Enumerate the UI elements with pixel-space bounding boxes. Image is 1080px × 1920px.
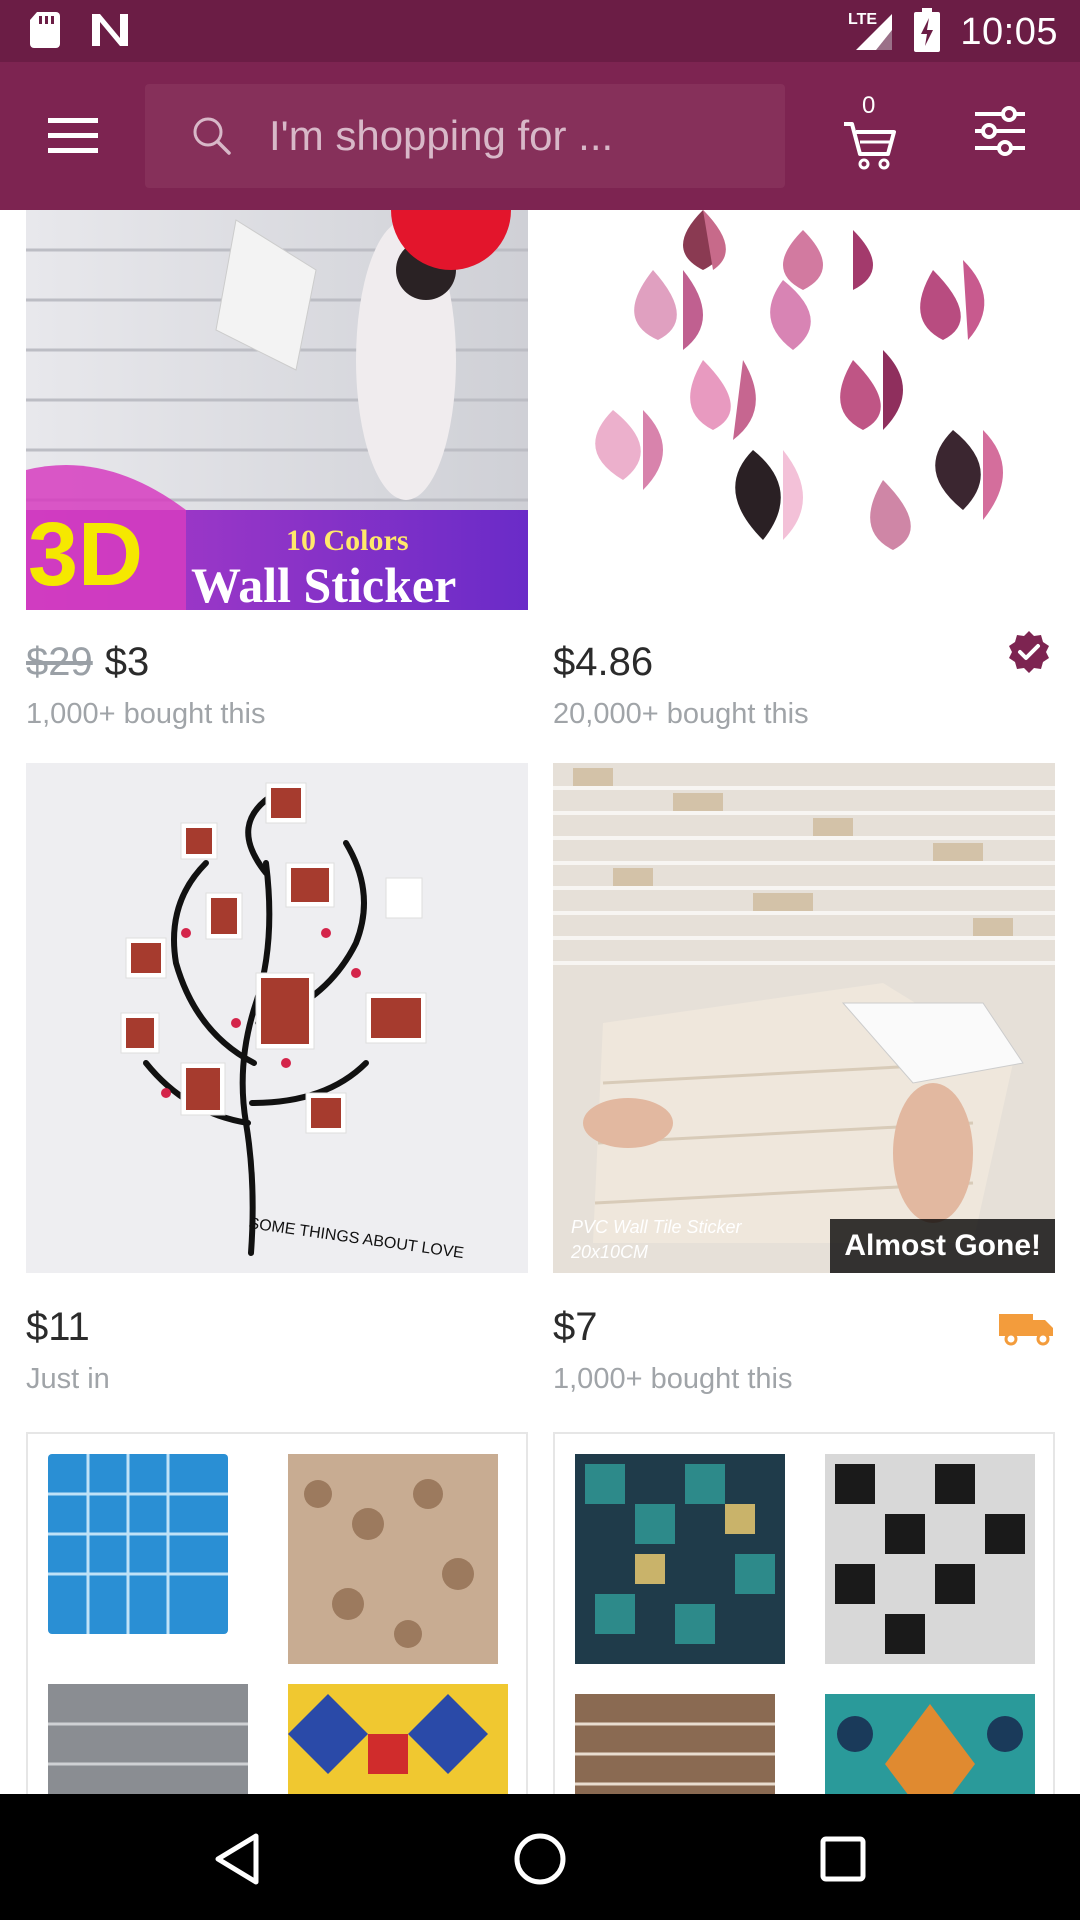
price: $3 — [104, 640, 150, 684]
product-image — [553, 1432, 1055, 1794]
home-circle-icon — [514, 1833, 566, 1885]
image-text-colors: 10 Colors — [286, 524, 409, 557]
bought-count: Just in — [26, 1363, 110, 1395]
filter-sliders-icon — [975, 106, 1025, 156]
recents-square-icon — [820, 1836, 866, 1882]
home-button[interactable] — [505, 1824, 575, 1894]
back-button[interactable] — [202, 1824, 272, 1894]
menu-button[interactable] — [38, 106, 108, 166]
search-input[interactable] — [269, 112, 749, 160]
truck-icon — [999, 1314, 1053, 1346]
clock: 10:05 — [960, 11, 1058, 53]
search-icon — [190, 114, 234, 158]
price: $11 — [26, 1305, 90, 1349]
almost-gone-badge: Almost Gone! — [830, 1219, 1055, 1273]
price: $7 — [553, 1305, 598, 1349]
price-row: $7 — [553, 1305, 1055, 1355]
sd-card-icon — [30, 12, 60, 53]
product-image — [553, 210, 1055, 610]
cart-count-badge: 0 — [862, 92, 876, 119]
cart-button[interactable]: 0 — [836, 92, 906, 178]
bought-count: 1,000+ bought this — [26, 698, 266, 730]
price-row: $11 — [26, 1305, 528, 1355]
old-price: $29 — [26, 640, 93, 684]
network-label: LTE — [848, 11, 877, 28]
price-row: $4.86 — [553, 640, 1055, 690]
product-image — [26, 1432, 528, 1794]
pvc-label-line2: 20x10CM — [570, 1242, 648, 1262]
verified-icon — [1009, 631, 1049, 673]
hamburger-menu-icon — [48, 118, 98, 153]
signal-icon: LTE — [848, 8, 894, 57]
status-bar: LTE 10:05 — [0, 0, 1080, 62]
image-text-wall-sticker: Wall Sticker — [191, 557, 456, 610]
cart-icon — [844, 122, 896, 170]
system-nav-bar — [0, 1794, 1080, 1920]
app-bar: 0 — [0, 62, 1080, 210]
product-image: SOME THINGS ABOUT LOVE — [26, 763, 528, 1273]
pvc-label-line1: PVC Wall Tile Sticker — [571, 1217, 743, 1237]
product-image: PVC Wall Tile Sticker 20x10CM Almost Gon… — [553, 763, 1055, 1273]
battery-charging-icon — [914, 8, 941, 57]
price: $4.86 — [553, 640, 654, 684]
search-bar[interactable] — [145, 84, 785, 188]
recents-button[interactable] — [808, 1824, 878, 1894]
product-image: 3D 10 Colors Wall Sticker — [26, 210, 528, 610]
product-grid: 3D 10 Colors Wall Sticker $29 $3 1,000+ … — [0, 210, 1080, 1794]
n-notification-icon — [90, 12, 130, 53]
image-text-3d: 3D — [28, 505, 143, 605]
bought-count: 1,000+ bought this — [553, 1363, 793, 1395]
price-row: $29 $3 — [26, 640, 528, 690]
back-triangle-icon — [215, 1833, 259, 1885]
filter-button[interactable] — [975, 106, 1035, 166]
bought-count: 20,000+ bought this — [553, 698, 809, 730]
